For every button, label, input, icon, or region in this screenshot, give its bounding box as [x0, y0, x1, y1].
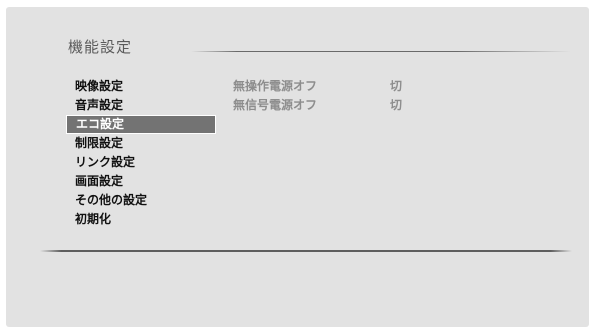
- setting-value: 切: [390, 98, 403, 112]
- menu-item-video[interactable]: 映像設定: [66, 77, 216, 96]
- settings-screen: 機能設定 映像設定 音声設定 エコ設定 制限設定 リンク設定 画面設定 その他の…: [6, 7, 589, 327]
- setting-row-no-operation-power-off[interactable]: 無操作電源オフ 切: [233, 77, 463, 96]
- menu-item-screen[interactable]: 画面設定: [66, 172, 216, 191]
- title-divider: [191, 51, 571, 52]
- setting-label: 無操作電源オフ: [233, 79, 318, 93]
- menu-item-restriction[interactable]: 制限設定: [66, 134, 216, 153]
- settings-list: 無操作電源オフ 切 無信号電源オフ 切: [233, 77, 463, 115]
- menu-item-eco[interactable]: エコ設定: [66, 115, 216, 134]
- menu-item-other[interactable]: その他の設定: [66, 191, 216, 210]
- setting-value: 切: [390, 79, 403, 93]
- setting-row-no-signal-power-off[interactable]: 無信号電源オフ 切: [233, 96, 463, 115]
- menu-item-link[interactable]: リンク設定: [66, 153, 216, 172]
- setting-label: 無信号電源オフ: [233, 98, 318, 112]
- menu-item-reset[interactable]: 初期化: [66, 210, 216, 229]
- settings-menu: 映像設定 音声設定 エコ設定 制限設定 リンク設定 画面設定 その他の設定 初期…: [66, 77, 216, 229]
- menu-item-audio[interactable]: 音声設定: [66, 96, 216, 115]
- page-title: 機能設定: [68, 38, 133, 56]
- bottom-divider: [40, 250, 572, 252]
